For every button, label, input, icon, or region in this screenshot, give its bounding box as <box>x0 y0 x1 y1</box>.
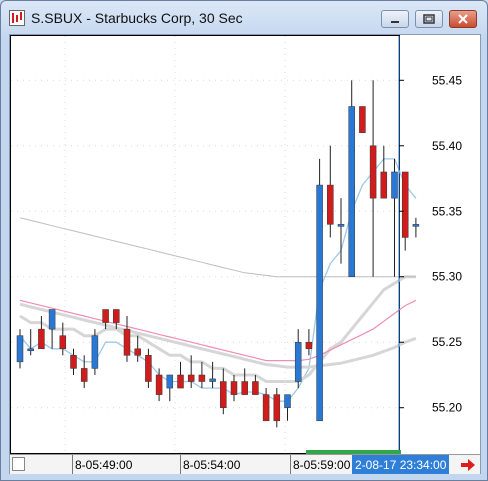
price-chart[interactable]: 55.45 55.40 55.35 55.30 55.25 55.20 <box>10 35 480 454</box>
candle-down <box>59 335 67 350</box>
candle-up <box>27 348 34 352</box>
candle-down <box>241 381 248 395</box>
time-tick <box>180 455 181 474</box>
minimize-icon <box>391 21 399 23</box>
candle-up <box>316 184 323 422</box>
time-tick <box>290 455 291 474</box>
maximize-button[interactable] <box>415 10 443 28</box>
candle-down <box>305 341 313 350</box>
candle-down <box>145 355 152 382</box>
candle-down <box>369 145 377 199</box>
title-bar[interactable]: S.SBUX - Starbucks Corp, 30 Sec <box>1 1 487 33</box>
candle-down <box>38 328 45 350</box>
candle-down <box>380 171 388 199</box>
candle-down <box>230 381 238 395</box>
candle-up <box>412 224 420 227</box>
candle-down <box>113 309 120 323</box>
candle-up <box>16 335 24 363</box>
candle-down <box>359 106 366 133</box>
price-label: 55.30 <box>432 270 462 284</box>
price-label: 55.45 <box>432 73 462 87</box>
time-axis[interactable]: 8-05:49:00 8-05:54:00 8-05:59:00 2-08-17… <box>10 454 480 474</box>
restore-icon <box>423 14 435 24</box>
candle-up <box>284 394 291 408</box>
candle-up <box>391 171 398 199</box>
red-right-arrow-icon[interactable] <box>460 458 476 472</box>
candle-up <box>91 335 99 369</box>
candle-up <box>166 374 174 389</box>
time-label-2: 8-05:54:00 <box>183 458 241 472</box>
time-tick <box>72 455 73 474</box>
chart-window: S.SBUX - Starbucks Corp, 30 Sec 55.45 55.… <box>0 0 488 481</box>
candle-down <box>273 394 281 422</box>
price-label: 55.40 <box>432 139 462 153</box>
candle-down <box>220 381 227 408</box>
candle-up <box>294 341 302 382</box>
time-label-1: 8-05:49:00 <box>75 458 133 472</box>
candle-up <box>209 378 216 382</box>
candle-down <box>187 374 195 382</box>
scroll-box[interactable] <box>12 457 25 471</box>
candle-down <box>102 309 109 323</box>
candle-down <box>401 171 409 238</box>
candle-up <box>48 309 56 330</box>
window-title: S.SBUX - Starbucks Corp, 30 Sec <box>31 10 243 26</box>
candle-up <box>337 224 345 227</box>
candle-up <box>348 106 355 277</box>
close-button[interactable] <box>449 10 477 28</box>
price-label: 55.20 <box>432 401 462 415</box>
minimize-button[interactable] <box>381 10 409 28</box>
candle-down <box>123 328 131 356</box>
candle-down <box>198 374 206 382</box>
candle-down <box>262 394 270 422</box>
candle-down <box>134 348 141 356</box>
candle-down <box>327 184 334 225</box>
chart-app-icon <box>9 10 25 26</box>
current-time-label: 2-08-17 23:34:00 <box>352 455 450 474</box>
time-label-3: 8-05:59:00 <box>293 458 351 472</box>
candle-down <box>252 381 259 395</box>
price-label: 55.25 <box>432 335 462 349</box>
candle-down <box>155 374 163 395</box>
candle-down <box>80 368 88 382</box>
candle-down <box>177 374 184 389</box>
price-label: 55.35 <box>432 204 462 218</box>
candle-down <box>70 355 77 369</box>
close-icon <box>458 14 468 24</box>
chart-area[interactable]: 55.45 55.40 55.35 55.30 55.25 55.20 8-05:49:0… <box>9 34 481 474</box>
